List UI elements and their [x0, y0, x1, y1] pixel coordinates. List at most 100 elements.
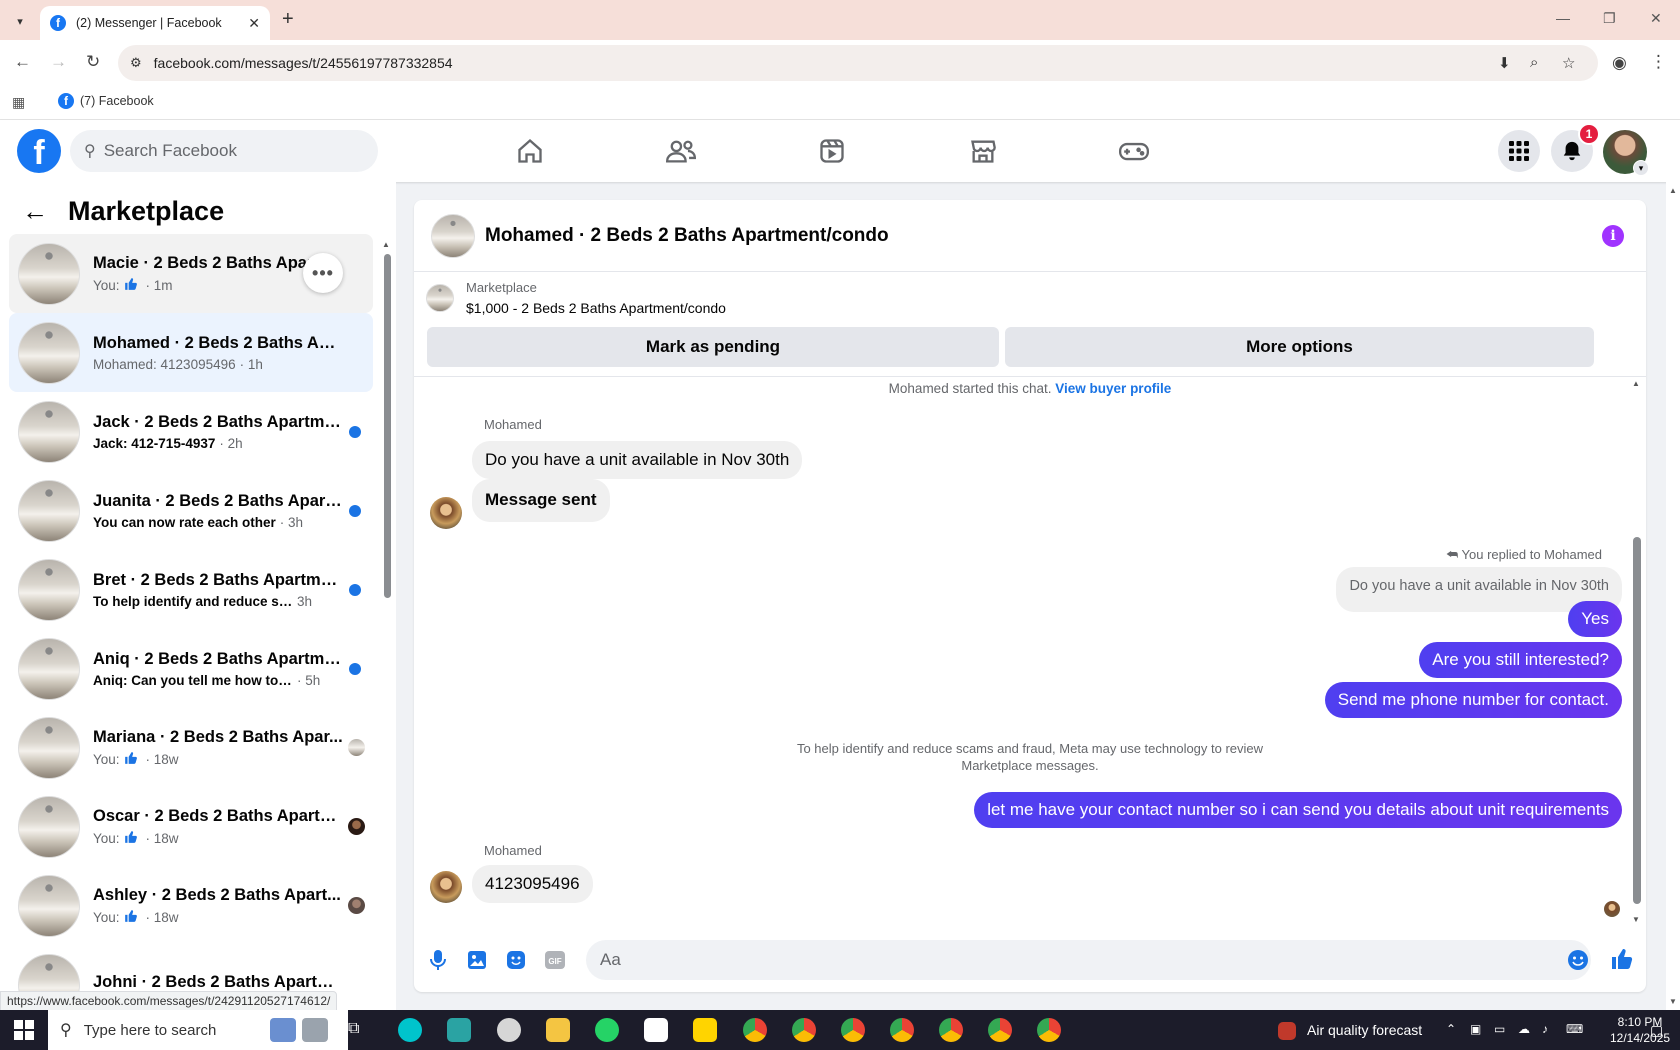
back-icon[interactable]: ←: [14, 52, 31, 72]
capcut-icon[interactable]: [644, 1018, 668, 1042]
marketplace-nav-icon[interactable]: [928, 129, 1038, 173]
sticker-icon[interactable]: [504, 948, 528, 972]
scrollbar-thumb[interactable]: [384, 254, 391, 598]
browser-menu-icon[interactable]: ⋮: [1650, 52, 1667, 72]
more-options-button[interactable]: More options: [1005, 327, 1594, 367]
app-icon[interactable]: [497, 1018, 521, 1042]
gaming-nav-icon[interactable]: [1079, 129, 1189, 173]
scroll-up-icon[interactable]: ▲: [382, 240, 390, 249]
minimize-icon[interactable]: —: [1556, 10, 1570, 26]
scrollbar-thumb[interactable]: [1633, 537, 1641, 904]
sidebar-scrollbar[interactable]: ▲: [382, 240, 392, 998]
whatsapp-icon[interactable]: [595, 1018, 619, 1042]
incoming-message[interactable]: Message sent: [472, 479, 610, 522]
voice-app-icon[interactable]: [447, 1018, 471, 1042]
chrome-profile-icon[interactable]: [988, 1018, 1012, 1042]
search-input[interactable]: [103, 141, 344, 161]
sender-avatar[interactable]: [430, 497, 462, 529]
chrome-profile-icon[interactable]: [743, 1018, 767, 1042]
friends-nav-icon[interactable]: [626, 129, 736, 173]
new-tab-icon[interactable]: +: [282, 8, 294, 31]
conversation-row[interactable]: Oscar · 2 Beds 2 Baths Apartm... You: · 18…: [9, 787, 373, 866]
mark-as-pending-button[interactable]: Mark as pending: [427, 327, 999, 367]
account-avatar[interactable]: ▾: [1603, 130, 1649, 176]
reload-icon[interactable]: ↻: [86, 52, 100, 72]
volume-icon[interactable]: ♪: [1542, 1022, 1548, 1036]
facebook-search[interactable]: ⚲: [70, 130, 378, 172]
microphone-icon[interactable]: [426, 948, 450, 972]
chrome-profile-icon[interactable]: [792, 1018, 816, 1042]
tray-chevron-icon[interactable]: ⌃: [1446, 1022, 1456, 1036]
canva-app-icon[interactable]: [398, 1018, 422, 1042]
close-window-icon[interactable]: ✕: [1650, 10, 1662, 27]
conversation-row[interactable]: Ashley · 2 Beds 2 Baths Apart... You: · 18…: [9, 866, 373, 945]
back-arrow-icon[interactable]: ←: [22, 196, 48, 227]
chrome-profile-icon[interactable]: [939, 1018, 963, 1042]
conversation-row[interactable]: Jack · 2 Beds 2 Baths Apartme... Jack: 41…: [9, 392, 373, 471]
photo-icon[interactable]: [465, 948, 489, 972]
outgoing-message[interactable]: let me have your contact number so i can…: [974, 792, 1622, 828]
task-view-icon[interactable]: ⧉: [348, 1020, 372, 1044]
chat-title[interactable]: Mohamed · 2 Beds 2 Baths Apartment/condo: [485, 225, 889, 247]
outgoing-message[interactable]: Yes: [1568, 601, 1622, 637]
weather-text[interactable]: Air quality forecast: [1307, 1022, 1422, 1038]
close-tab-icon[interactable]: ✕: [248, 15, 260, 32]
message-input-box[interactable]: [586, 940, 1591, 980]
profile-icon[interactable]: ◉: [1612, 53, 1627, 73]
home-nav-icon[interactable]: [475, 129, 585, 173]
conversation-row[interactable]: Macie · 2 Beds 2 Baths Apartment/condoYo…: [9, 234, 373, 313]
scroll-down-icon[interactable]: ▼: [1632, 915, 1640, 924]
conversation-row[interactable]: Mariana · 2 Beds 2 Baths Apar... You: · 18…: [9, 708, 373, 787]
conversation-row[interactable]: Juanita · 2 Beds 2 Baths Apart... You can…: [9, 471, 373, 550]
bookmark-facebook[interactable]: f (7) Facebook: [58, 93, 154, 109]
tab-search-chevron-icon[interactable]: ▾: [8, 9, 32, 33]
emoji-icon[interactable]: [1566, 948, 1590, 972]
listing-summary[interactable]: Marketplace $1,000 - 2 Beds 2 Baths Apar…: [426, 280, 726, 316]
scroll-up-icon[interactable]: ▲: [1632, 379, 1640, 388]
network-icon[interactable]: ▭: [1494, 1022, 1505, 1036]
air-quality-icon[interactable]: [1278, 1022, 1296, 1040]
scroll-down-icon[interactable]: ▼: [1669, 997, 1677, 1006]
forward-icon[interactable]: →: [50, 52, 67, 72]
taskbar-search-input[interactable]: [83, 1021, 264, 1039]
facebook-logo-icon[interactable]: f: [17, 129, 61, 173]
page-scrollbar[interactable]: ▲ ▼: [1666, 182, 1680, 1010]
browser-tab[interactable]: f (2) Messenger | Facebook ✕: [40, 6, 270, 40]
chrome-profile-icon[interactable]: [841, 1018, 865, 1042]
like-thumb-icon[interactable]: [1610, 947, 1634, 971]
more-options-icon[interactable]: •••: [303, 253, 343, 293]
chrome-profile-icon[interactable]: [890, 1018, 914, 1042]
conversation-row[interactable]: Aniq · 2 Beds 2 Baths Apartme... Aniq: Ca…: [9, 629, 373, 708]
install-app-icon[interactable]: ⬇: [1498, 54, 1511, 72]
omnibox[interactable]: ⚙ facebook.com/messages/t/24556197787332…: [118, 45, 1598, 81]
restore-icon[interactable]: ❐: [1603, 10, 1616, 27]
scroll-up-icon[interactable]: ▲: [1669, 186, 1677, 195]
apps-grid-icon[interactable]: ▦: [12, 94, 25, 111]
notification-center-icon[interactable]: ▢: [1650, 1022, 1663, 1039]
chrome-profile-icon[interactable]: [1037, 1018, 1061, 1042]
gif-icon[interactable]: GIF: [543, 948, 567, 972]
outgoing-message[interactable]: Send me phone number for contact.: [1324, 682, 1622, 718]
windows-start-icon[interactable]: [14, 1020, 34, 1043]
file-explorer-icon[interactable]: [546, 1018, 570, 1042]
conversation-row[interactable]: Bret · 2 Beds 2 Baths Apartme... To help …: [9, 550, 373, 629]
view-buyer-profile-link[interactable]: View buyer profile: [1055, 381, 1171, 396]
bookmark-star-icon[interactable]: ☆: [1562, 54, 1575, 72]
outgoing-message[interactable]: Are you still interested?: [1419, 642, 1622, 678]
url-text[interactable]: facebook.com/messages/t/2455619778733285…: [154, 55, 453, 71]
watch-nav-icon[interactable]: [777, 129, 887, 173]
onedrive-icon[interactable]: ☁: [1518, 1022, 1530, 1036]
info-icon[interactable]: i: [1602, 225, 1624, 247]
keyboard-icon[interactable]: ⌨: [1566, 1022, 1583, 1036]
site-settings-icon[interactable]: ⚙: [130, 55, 142, 71]
sticky-notes-icon[interactable]: [693, 1018, 717, 1042]
thread-scrollbar[interactable]: ▲ ▼: [1632, 377, 1642, 924]
menu-grid-icon[interactable]: [1498, 130, 1540, 172]
conversation-row[interactable]: Mohamed · 2 Beds 2 Baths Apar... Mohamed:…: [9, 313, 373, 392]
incoming-message[interactable]: Do you have a unit available in Nov 30th: [472, 441, 803, 479]
incoming-message[interactable]: 4123095496: [472, 865, 593, 903]
message-input[interactable]: [600, 950, 1500, 970]
listing-thumbnail[interactable]: [431, 213, 475, 258]
meet-now-icon[interactable]: ▣: [1470, 1022, 1481, 1036]
taskbar-search[interactable]: ⚲: [48, 1010, 348, 1050]
